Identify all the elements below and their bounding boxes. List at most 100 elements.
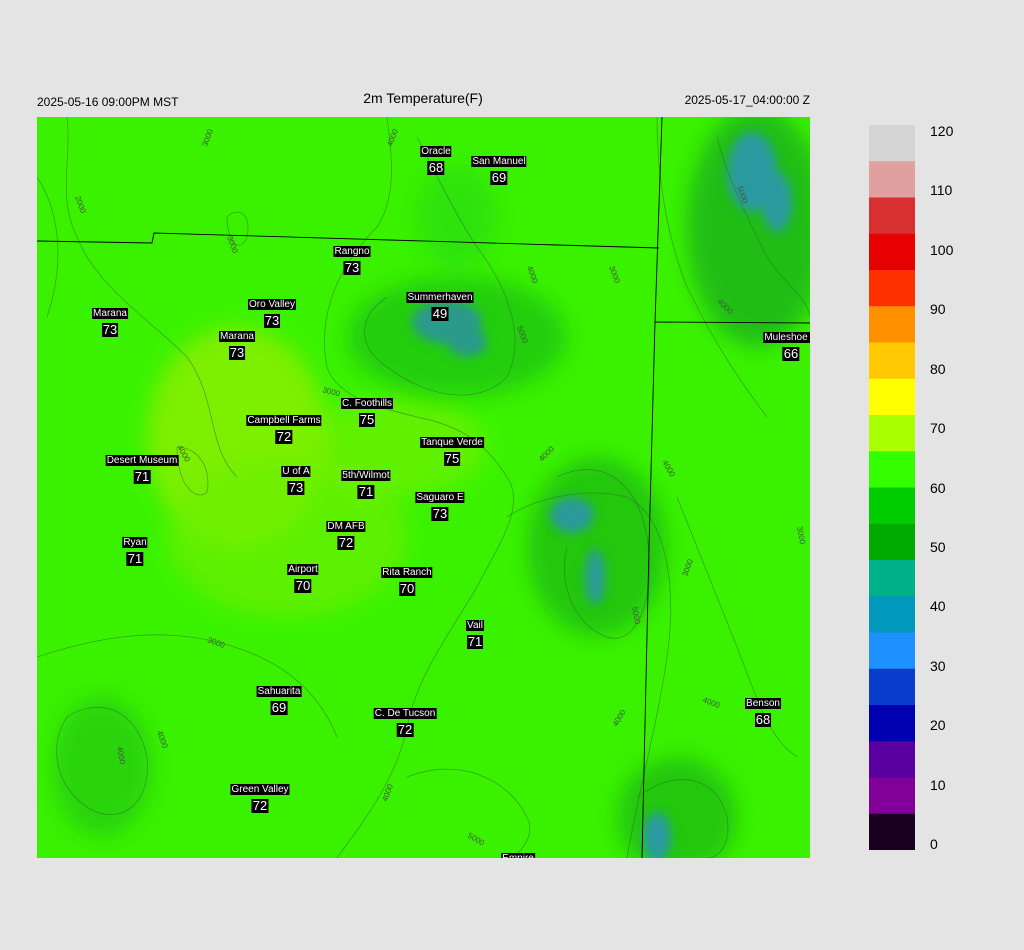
station-label: Saguaro E 73: [415, 487, 465, 521]
station-label: C. Foothills 75: [340, 393, 394, 427]
colorbar-tick-label: 60: [930, 479, 946, 496]
station-label: C. De Tucson 72: [373, 703, 437, 737]
station-name: DM AFB: [326, 521, 366, 532]
valid-time-label: 2025-05-17_04:00:00 Z: [684, 93, 810, 107]
station-temperature: 72: [275, 429, 293, 444]
station-name: Benson: [745, 698, 781, 709]
station-name: 5th/Wilmot: [341, 470, 391, 481]
station-label: Summerhaven 49: [406, 287, 474, 321]
station-temperature: 71: [126, 551, 144, 566]
colorbar-tick-label: 90: [930, 301, 946, 318]
station-label: Campbell Farms 72: [246, 410, 322, 444]
local-time-label: 2025-05-16 09:00PM MST: [37, 95, 179, 109]
station-name: Rangno: [333, 246, 371, 257]
station-name: Airport: [287, 564, 319, 575]
station-name: Tanque Verde: [420, 437, 484, 448]
station-name: Summerhaven: [406, 292, 474, 303]
station-label: Muleshoe R 66: [763, 327, 810, 361]
station-temperature: 73: [431, 506, 449, 521]
station-label: Desert Museum 71: [105, 450, 179, 484]
colorbar-segment: [869, 668, 915, 706]
colorbar-segment: [869, 233, 915, 271]
colorbar-tick-label: 100: [930, 241, 954, 258]
colorbar-tick-label: 70: [930, 420, 946, 437]
colorbar-segment: [869, 705, 915, 742]
station-name: Oro Valley: [248, 299, 296, 310]
colorbar-segment: [869, 161, 915, 199]
station-temperature: 69: [270, 700, 288, 715]
station-label: Ryan 71: [122, 532, 148, 566]
colorbar-segment: [869, 342, 915, 380]
colorbar-tick-label: 0: [930, 836, 938, 852]
station-temperature: 73: [343, 260, 361, 275]
colorbar-tick-label: 120: [930, 123, 954, 139]
station-label: Sahuarita 69: [256, 681, 302, 715]
station-name: Empire: [501, 853, 535, 858]
station-temperature: 73: [101, 322, 119, 337]
station-label: Benson 68: [745, 693, 781, 727]
colorbar-segment: [869, 306, 915, 344]
station-label: Rangno 73: [333, 241, 371, 275]
colorbar-tick-label: 20: [930, 717, 946, 734]
station-label: Marana 73: [219, 326, 255, 360]
colorbar-segment: [869, 378, 915, 416]
station-name: Oracle: [420, 146, 452, 157]
station-name: C. Foothills: [340, 398, 394, 409]
station-name: C. De Tucson: [373, 708, 437, 719]
colorbar-segment: [869, 777, 915, 815]
station-temperature: 70: [294, 578, 312, 593]
colorbar-segment: [869, 451, 915, 489]
colorbar-segment: [869, 197, 915, 235]
colorbar-segment: [869, 632, 915, 670]
station-name: Saguaro E: [415, 492, 465, 503]
station-label: Tanque Verde 75: [420, 432, 484, 466]
colorbar-tick-label: 110: [930, 182, 953, 199]
colorbar-segment: [869, 523, 915, 561]
station-temperature: 71: [466, 634, 484, 649]
station-name: San Manuel: [471, 156, 527, 167]
colorbar-segment: [869, 560, 915, 597]
station-label: Marana 73: [92, 303, 128, 337]
station-label: 5th/Wilmot 71: [341, 465, 391, 499]
temperature-colorbar: [869, 125, 915, 850]
station-label: San Manuel 69: [471, 151, 527, 185]
station-label: Rita Ranch 70: [381, 562, 433, 596]
colorbar-segment: [869, 596, 915, 634]
station-name: Ryan: [122, 537, 148, 548]
station-temperature: 69: [490, 170, 508, 185]
colorbar-segment: [869, 813, 915, 850]
station-temperature: 72: [396, 722, 414, 737]
station-label: U of A 73: [281, 461, 311, 495]
colorbar-tick-label: 40: [930, 598, 946, 615]
station-name: Marana: [219, 331, 255, 342]
station-name: Marana: [92, 308, 128, 319]
colorbar-tick-label: 80: [930, 360, 946, 377]
colorbar-tick-label: 50: [930, 538, 946, 555]
station-temperature: 68: [427, 160, 445, 175]
station-label: Vail 71: [466, 615, 484, 649]
station-name: Sahuarita: [256, 686, 302, 697]
station-name: U of A: [281, 466, 311, 477]
colorbar-segment: [869, 125, 915, 162]
station-name: Rita Ranch: [381, 567, 433, 578]
station-temperature: 71: [357, 484, 375, 499]
station-temperature: 68: [754, 712, 772, 727]
station-name: Desert Museum: [105, 455, 179, 466]
station-temperature: 73: [287, 480, 305, 495]
station-temperature: 72: [337, 535, 355, 550]
temperature-map: 3000 2000 3000 4000 4000 5000 3000 4000 3000 4000…: [37, 117, 810, 858]
colorbar-segment: [869, 270, 915, 307]
station-name: Campbell Farms: [246, 415, 322, 426]
station-temperature: 75: [358, 412, 376, 427]
colorbar-segment: [869, 487, 915, 525]
station-temperature: 70: [398, 581, 416, 596]
station-temperature: 73: [228, 345, 246, 360]
colorbar-segment: [869, 415, 915, 452]
colorbar-tick-label: 10: [930, 776, 946, 793]
station-temperature: 72: [251, 798, 269, 813]
colorbar-tick-label: 30: [930, 657, 946, 674]
map-title: 2m Temperature(F): [363, 90, 483, 106]
station-label: Green Valley 72: [230, 779, 290, 813]
station-temperature: 49: [431, 306, 449, 321]
station-temperature: 75: [443, 451, 461, 466]
